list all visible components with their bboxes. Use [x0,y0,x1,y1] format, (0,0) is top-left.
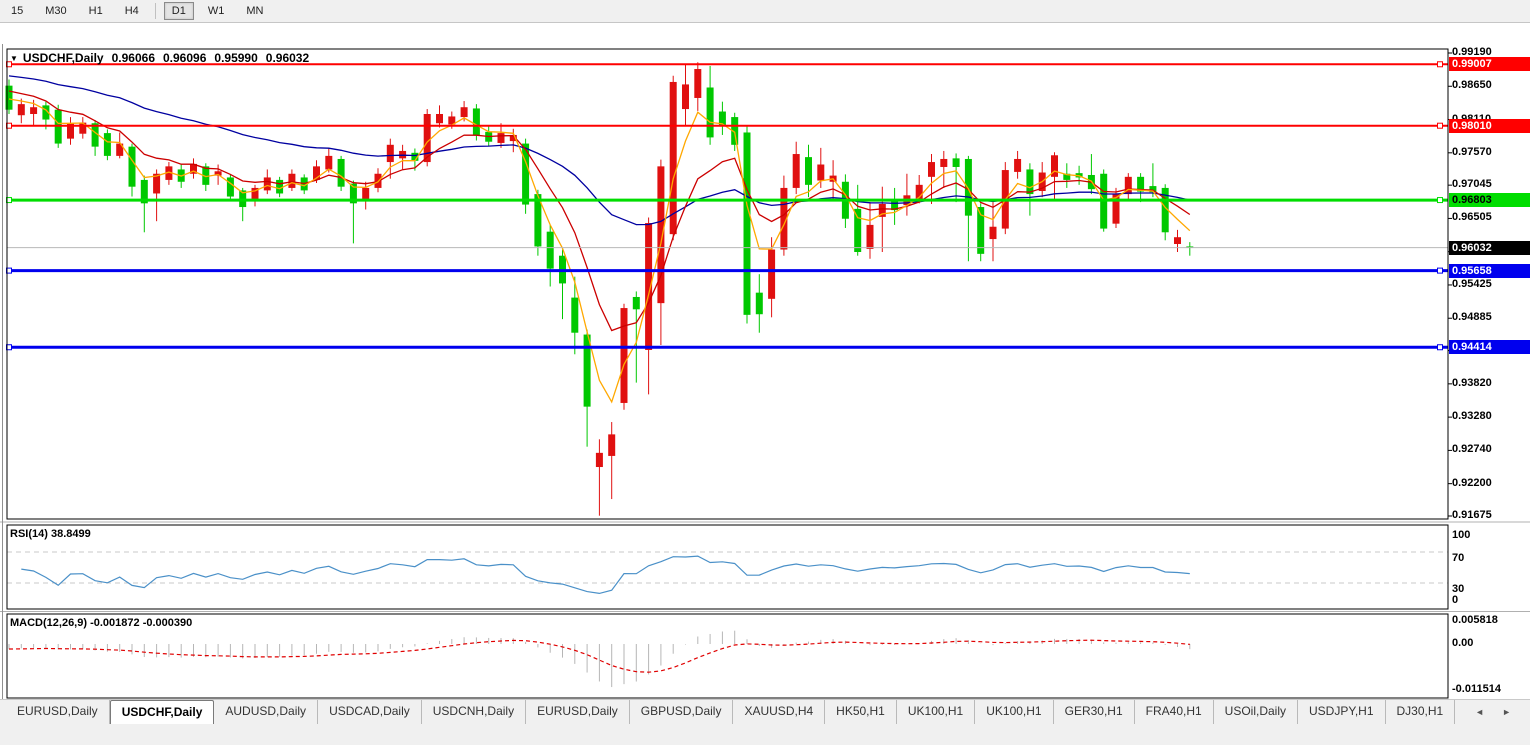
price-axis-label: 0.92200 [1452,476,1492,489]
price-badge-0.95658: 0.95658 [1449,263,1530,278]
price-axis-label: 0.98650 [1452,79,1492,92]
symbol-tab-gbpusd-daily[interactable]: GBPUSD,Daily [630,700,734,724]
chart-canvas [0,44,1530,720]
macd-main-value: -0.001872 [90,617,140,629]
symbol-tab-ger30-h1[interactable]: GER30,H1 [1054,700,1135,724]
symbol-tab-usdcad-daily[interactable]: USDCAD,Daily [318,700,422,724]
price-axis-label: 0.95425 [1452,277,1492,290]
rsi-label: RSI(14) 38.8499 [10,528,91,540]
symbol-tab-eurusd-daily[interactable]: EURUSD,Daily [526,700,630,724]
timeframe-button-H1[interactable]: H1 [81,2,111,20]
price-badge-0.94414: 0.94414 [1449,340,1530,355]
price-axis-label: 0.94885 [1452,311,1492,324]
symbol-tab-usdjpy-h1[interactable]: USDJPY,H1 [1298,700,1386,724]
price-badge-0.96803: 0.96803 [1449,193,1530,208]
symbol-tab-uk100-h1[interactable]: UK100,H1 [897,700,976,724]
macd-label: MACD(12,26,9) -0.001872 -0.000390 [10,617,193,629]
timeframe-toolbar: 15 M30 H1 H4 D1 W1 MN [0,0,1530,23]
price-badge-0.99007: 0.99007 [1449,57,1530,72]
macd-axis-label: 0.005818 [1452,614,1498,626]
price-axis-label: 0.99190 [1452,46,1492,58]
symbol-tab-uk100-h1[interactable]: UK100,H1 [975,700,1054,724]
ohlc-open: 0.96066 [111,51,155,65]
symbol-tab-usoil-daily[interactable]: USOil,Daily [1214,700,1299,724]
hline-marker [1437,197,1443,204]
symbol-tab-audusd-daily[interactable]: AUDUSD,Daily [214,700,319,724]
price-badge-0.96032: 0.96032 [1449,240,1530,255]
rsi-axis-label: 100 [1452,528,1471,541]
price-axis-label: 0.93820 [1452,376,1492,389]
symbol-tab-fra40-h1[interactable]: FRA40,H1 [1135,700,1214,724]
symbol-tab-dj30-h1[interactable]: DJ30,H1 [1386,700,1456,724]
timeframe-button-H4[interactable]: H4 [117,2,147,20]
symbol-tab-bar: EURUSD,Daily USDCHF,Daily AUDUSD,Daily USDC… [0,699,1530,724]
toolbar-separator [154,3,156,19]
price-axis-label: 0.96505 [1452,211,1492,224]
tab-scroll-right-icon[interactable]: ► [1493,707,1520,717]
price-axis-label: 0.91675 [1452,509,1492,521]
chart-window: ▼ USDCHF,Daily 0.96066 0.96096 0.95990 0.9603… [0,22,1530,720]
ohlc-low: 0.95990 [214,51,258,65]
tab-scroll-arrows: ◄ ► [1466,700,1530,724]
timeframe-button-15[interactable]: 15 [3,2,31,20]
price-badge-0.98010: 0.98010 [1449,118,1530,133]
hline-marker [1437,61,1443,68]
rsi-value: 38.8499 [50,528,91,540]
symbol-tab-usdcnh-daily[interactable]: USDCNH,Daily [422,700,527,724]
symbol-tab-hk50-h1[interactable]: HK50,H1 [825,700,897,724]
chart-title: ▼ USDCHF,Daily 0.96066 0.96096 0.95990 0.9603… [10,51,309,65]
timeframe-button-D1[interactable]: D1 [163,2,194,20]
symbol-tab-eurusd-daily[interactable]: EURUSD,Daily [6,700,110,724]
chart-dropdown-icon[interactable]: ▼ [10,54,18,63]
timeframe-button-M30[interactable]: M30 [37,2,74,20]
price-axis-label: 0.93280 [1452,410,1492,423]
hline-marker [1437,344,1443,351]
timeframe-button-MN[interactable]: MN [238,2,271,20]
rsi-axis-label: 0 [1452,593,1459,606]
macd-axis-label: -0.011514 [1452,683,1501,695]
hline-marker [1437,122,1443,129]
price-axis-label: 0.97045 [1452,178,1492,191]
symbol-tab-usdchf-daily[interactable]: USDCHF,Daily [109,700,215,724]
symbol-tab-xauusd-h4[interactable]: XAUUSD,H4 [733,700,826,724]
timeframe-button-W1[interactable]: W1 [200,2,233,20]
price-axis-label: 0.97570 [1452,145,1492,158]
ohlc-high: 0.96096 [163,51,207,65]
macd-signal-value: -0.000390 [142,617,193,629]
rsi-axis-label: 70 [1452,552,1465,564]
chart-symbol-label: USDCHF,Daily [22,51,104,65]
macd-axis-label: 0.00 [1452,637,1474,649]
tab-scroll-left-icon[interactable]: ◄ [1466,707,1493,717]
hline-marker [1437,267,1443,274]
price-axis-label: 0.92740 [1452,443,1492,456]
ohlc-close: 0.96032 [265,51,310,65]
